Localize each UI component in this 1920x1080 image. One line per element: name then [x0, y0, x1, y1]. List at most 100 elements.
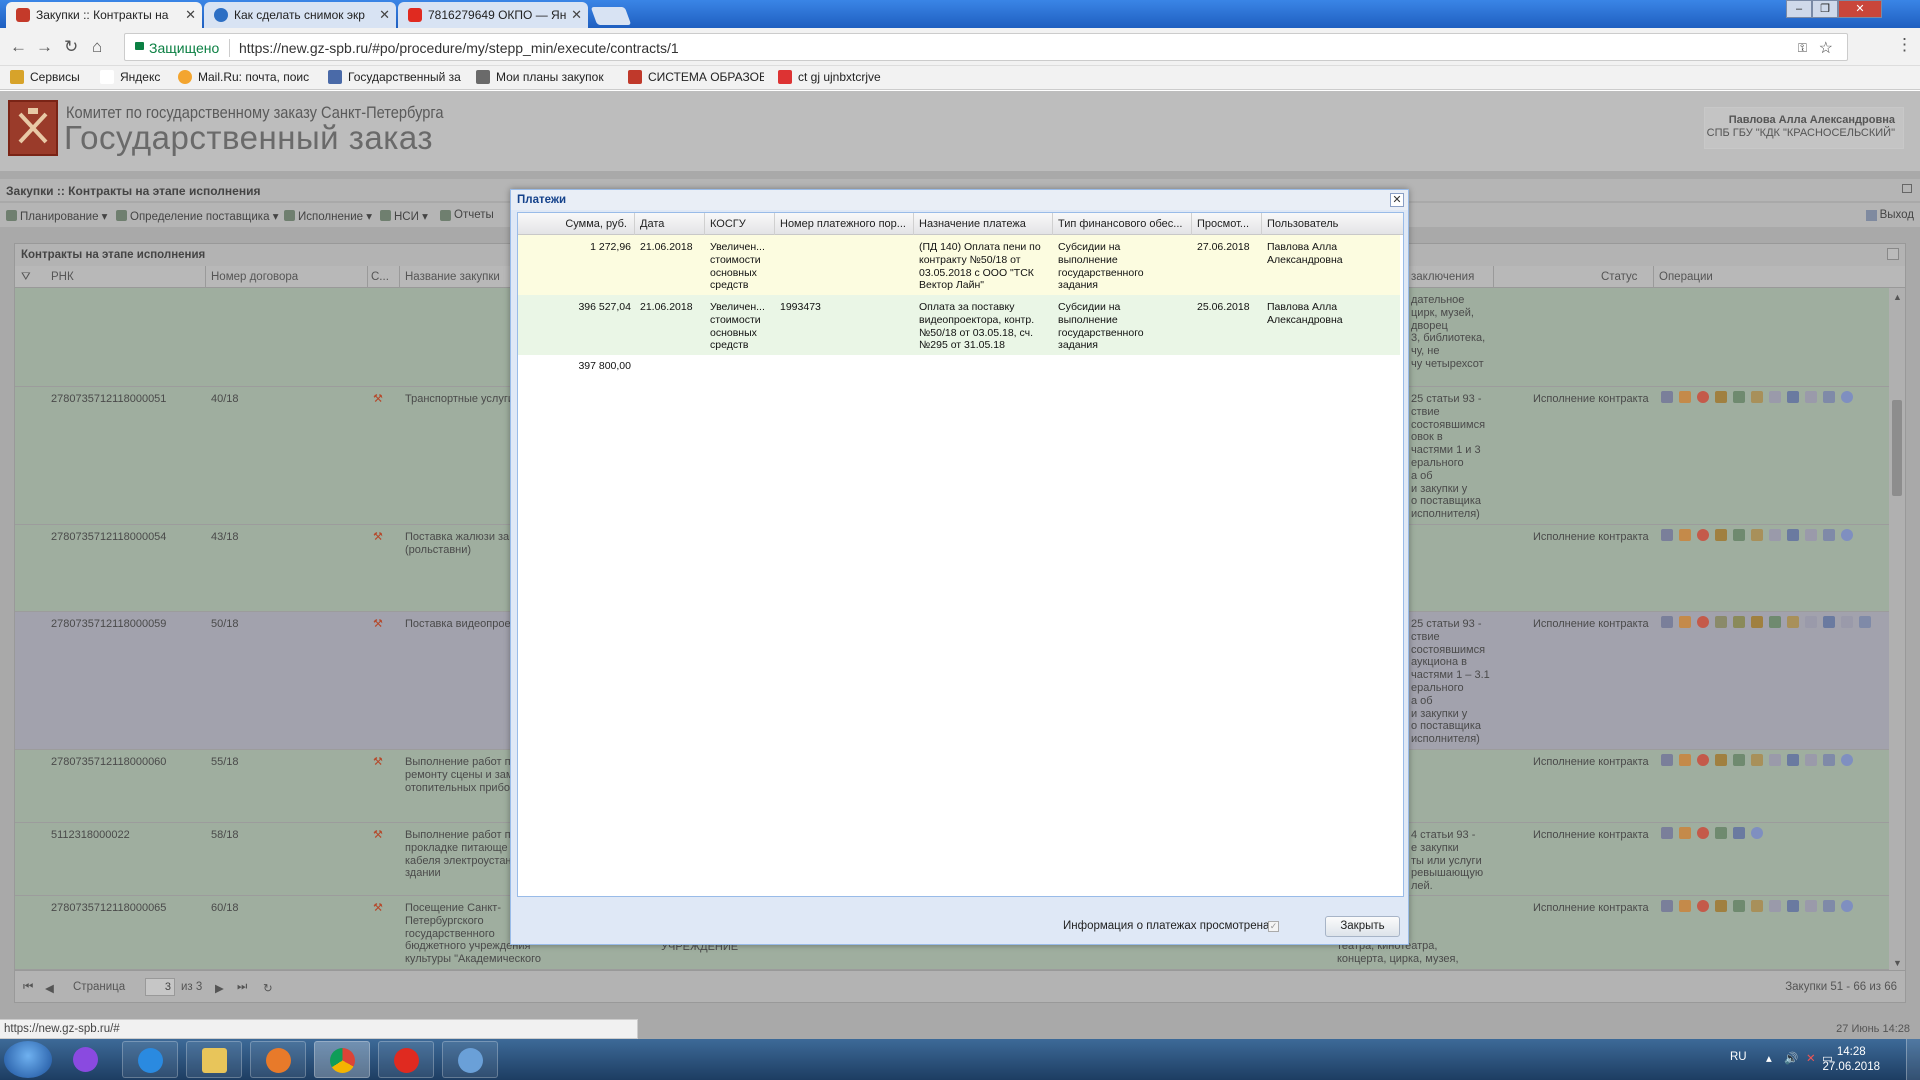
url-text[interactable]: https://new.gz-spb.ru/#po/procedure/my/s…: [239, 40, 679, 56]
close-icon[interactable]: ✕: [379, 7, 390, 23]
stop-icon[interactable]: [1697, 616, 1709, 629]
monitor-icon[interactable]: [1859, 616, 1871, 629]
col-kosgu[interactable]: КОСГУ: [710, 218, 770, 230]
seal-icon[interactable]: [1715, 391, 1727, 404]
internet-explorer-icon[interactable]: [122, 1041, 178, 1078]
menu-execution[interactable]: Исполнение ▾: [284, 209, 372, 223]
document-icon[interactable]: [1661, 391, 1673, 404]
scales-icon[interactable]: [1787, 616, 1799, 629]
col-contract-no[interactable]: Номер договора: [211, 271, 298, 283]
col-viewed[interactable]: Просмот...: [1197, 218, 1261, 230]
page-icon[interactable]: [1769, 754, 1781, 767]
gear-icon[interactable]: [1733, 529, 1745, 542]
tray-up-icon[interactable]: ▴: [1766, 1051, 1772, 1065]
payment-icon[interactable]: [1679, 827, 1691, 840]
payment-icon[interactable]: [1679, 529, 1691, 542]
start-button[interactable]: [4, 1041, 52, 1078]
file-explorer-icon[interactable]: [186, 1041, 242, 1078]
language-indicator[interactable]: RU: [1730, 1051, 1747, 1063]
document-icon[interactable]: [1661, 900, 1673, 913]
tab-screenshot-howto[interactable]: Как сделать снимок экр ✕: [204, 2, 396, 28]
menu-supplier[interactable]: Определение поставщика ▾: [116, 209, 278, 223]
yandex-browser-icon[interactable]: [378, 1041, 434, 1078]
payment-row[interactable]: 1 272,96 21.06.2018 Увеличен... стоимост…: [518, 235, 1400, 295]
payment-icon[interactable]: [1679, 391, 1691, 404]
bookmark-gz[interactable]: Государственный за: [328, 70, 464, 84]
chart-icon[interactable]: [1787, 529, 1799, 542]
file-icon[interactable]: [1805, 754, 1817, 767]
scales-icon[interactable]: [1751, 529, 1763, 542]
col-ops[interactable]: Операции: [1659, 271, 1713, 283]
url-field[interactable]: Защищено https://new.gz-spb.ru/#po/proce…: [124, 33, 1848, 61]
monitor-icon[interactable]: [1823, 900, 1835, 913]
bookmark-system[interactable]: СИСТЕМА ОБРАЗОВ: [628, 70, 764, 84]
monitor-icon[interactable]: [1823, 529, 1835, 542]
document-icon[interactable]: [1661, 827, 1673, 840]
col-user[interactable]: Пользователь: [1267, 218, 1397, 230]
chart-icon[interactable]: [1787, 900, 1799, 913]
bookmark-gmail[interactable]: ct gj ujnbxtcrjve: [778, 70, 881, 84]
close-icon[interactable]: ✕: [571, 7, 582, 23]
next-page-icon[interactable]: ▶: [215, 981, 224, 995]
new-tab-button[interactable]: [590, 7, 632, 25]
stop-icon[interactable]: [1697, 391, 1709, 404]
page-icon[interactable]: [1769, 900, 1781, 913]
chrome-menu-icon[interactable]: ⋮: [1896, 36, 1913, 53]
seal-icon[interactable]: [1715, 529, 1727, 542]
payment-row[interactable]: 396 527,04 21.06.2018 Увеличен... стоимо…: [518, 295, 1400, 355]
file-icon[interactable]: [1805, 529, 1817, 542]
paint-icon[interactable]: [442, 1041, 498, 1078]
scroll-up-icon[interactable]: ▲: [1893, 292, 1902, 302]
refresh-icon[interactable]: ↻: [263, 981, 273, 995]
show-desktop-button[interactable]: [1906, 1039, 1920, 1080]
gear-icon[interactable]: [1715, 827, 1727, 840]
seal-icon[interactable]: [1715, 900, 1727, 913]
page-icon[interactable]: [1805, 616, 1817, 629]
seal-icon[interactable]: [1715, 754, 1727, 767]
scroll-down-icon[interactable]: ▼: [1893, 958, 1902, 968]
key-icon[interactable]: ⚿: [1798, 41, 1807, 56]
user-info[interactable]: Павлова Алла Александровна СПБ ГБУ "КДК …: [1704, 107, 1904, 149]
network-error-icon[interactable]: ✕: [1806, 1051, 1816, 1065]
page-icon[interactable]: [1769, 391, 1781, 404]
chart-icon[interactable]: [1787, 391, 1799, 404]
media-player-icon[interactable]: [250, 1041, 306, 1078]
close-icon[interactable]: ✕: [185, 7, 196, 23]
forward-icon[interactable]: →: [36, 38, 53, 55]
tray-clock[interactable]: 14:28 27.06.2018: [1822, 1045, 1880, 1075]
payment-icon[interactable]: [1679, 616, 1691, 629]
info-icon[interactable]: [1841, 754, 1853, 767]
col-purpose[interactable]: Назначение платежа: [919, 218, 1049, 230]
volume-icon[interactable]: 🔊: [1784, 1051, 1798, 1065]
stop-icon[interactable]: [1697, 529, 1709, 542]
gear-icon[interactable]: [1733, 391, 1745, 404]
col-date[interactable]: Дата: [640, 218, 700, 230]
bookmark-yandex[interactable]: Яндекс: [100, 70, 160, 84]
document-icon[interactable]: [1661, 616, 1673, 629]
exit-button[interactable]: Выход: [1865, 209, 1914, 221]
info-icon[interactable]: [1841, 391, 1853, 404]
menu-planning[interactable]: Планирование ▾: [6, 209, 107, 223]
col-basis[interactable]: заключения: [1411, 271, 1474, 283]
gear-icon[interactable]: [1733, 754, 1745, 767]
chart-icon[interactable]: [1787, 754, 1799, 767]
col-status[interactable]: Статус: [1601, 271, 1637, 283]
payment-icon[interactable]: [1679, 900, 1691, 913]
page-number-input[interactable]: 3: [145, 978, 175, 996]
scales-icon[interactable]: [1751, 900, 1763, 913]
stop-icon[interactable]: [1697, 754, 1709, 767]
info-icon[interactable]: [1841, 900, 1853, 913]
stop-icon[interactable]: [1697, 900, 1709, 913]
scales-icon[interactable]: [1751, 754, 1763, 767]
monitor-icon[interactable]: [1823, 754, 1835, 767]
payment-icon[interactable]: [1679, 754, 1691, 767]
window-close-button[interactable]: ✕: [1838, 0, 1882, 18]
info-icon[interactable]: [1841, 529, 1853, 542]
scroll-thumb[interactable]: [1892, 400, 1902, 496]
col-finance-type[interactable]: Тип финансового обес...: [1058, 218, 1190, 230]
col-s[interactable]: С...: [371, 271, 389, 283]
page-icon[interactable]: [1769, 529, 1781, 542]
panel-tool-icon[interactable]: [1887, 248, 1899, 260]
first-page-icon[interactable]: ⏮: [23, 981, 33, 994]
menu-nsi[interactable]: НСИ ▾: [380, 209, 428, 223]
